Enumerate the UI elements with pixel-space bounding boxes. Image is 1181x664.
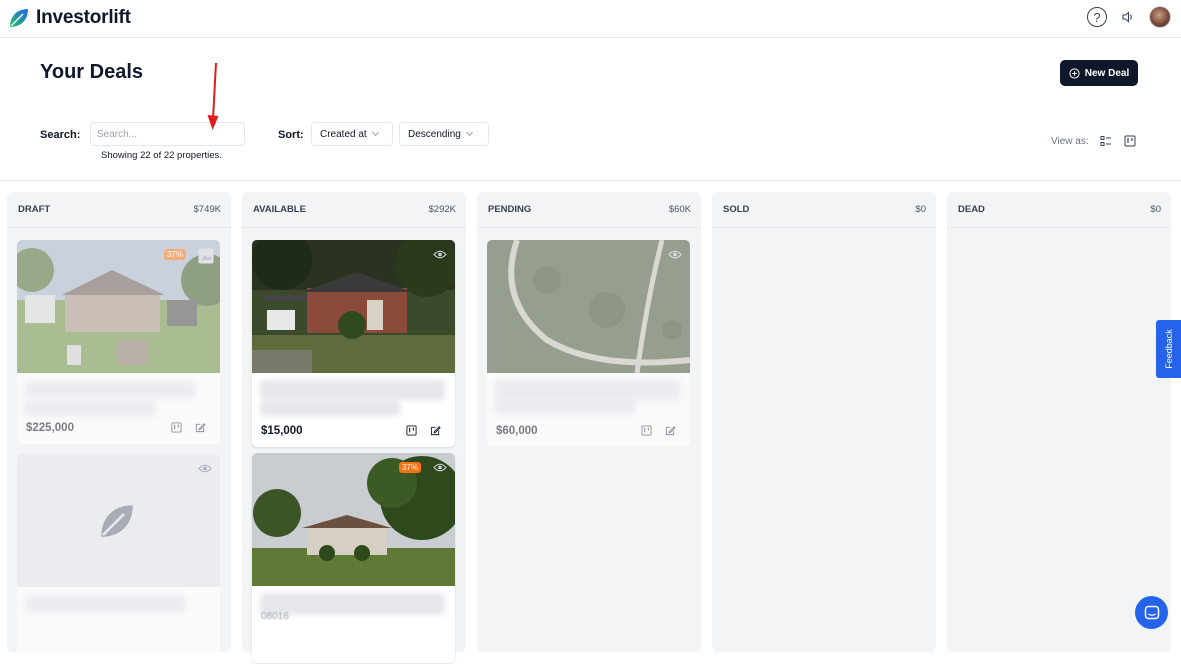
divider: [0, 180, 1181, 181]
deal-price: $225,000: [26, 422, 74, 434]
deal-card[interactable]: $60,000: [487, 240, 690, 447]
column-total: $60K: [668, 204, 691, 215]
eye-icon[interactable]: [668, 250, 682, 259]
search-label: Search:: [40, 129, 81, 141]
property-photo: 37%: [252, 453, 455, 586]
column-available: AVAILABLE $292K $15,000 37% 08016: [242, 192, 466, 663]
board-icon[interactable]: [406, 425, 417, 436]
chevron-down-icon: [371, 128, 379, 137]
board-icon[interactable]: [171, 422, 182, 433]
column-title: DEAD: [958, 204, 985, 215]
sort-label: Sort:: [278, 129, 304, 141]
sort-order-value: Descending: [408, 128, 461, 140]
column-title: AVAILABLE: [253, 204, 306, 215]
column-total: $0: [1150, 204, 1161, 215]
new-deal-button[interactable]: New Deal: [1060, 60, 1138, 86]
edit-icon[interactable]: [665, 425, 676, 436]
eye-icon[interactable]: [433, 250, 447, 259]
blurred-address: [25, 596, 185, 612]
sort-field-value: Created at: [320, 128, 367, 140]
property-photo: [487, 240, 690, 373]
blurred-details: [260, 400, 400, 416]
page-title: Your Deals: [40, 61, 143, 83]
deal-price: $15,000: [261, 425, 303, 437]
sort-order-select[interactable]: Descending: [399, 122, 489, 146]
property-photo: 37%: [17, 240, 220, 373]
deal-card[interactable]: 37% 08016: [252, 453, 455, 663]
edit-icon[interactable]: [430, 425, 441, 436]
view-as-label: View as:: [1051, 136, 1089, 147]
deal-card[interactable]: 37% $225,000: [17, 240, 220, 444]
chat-icon: [1144, 605, 1159, 619]
app-name: Investorlift: [36, 7, 131, 28]
blurred-address: [260, 380, 445, 400]
results-count: Showing 22 of 22 properties.: [101, 150, 222, 161]
new-deal-label: New Deal: [1084, 67, 1130, 79]
column-title: PENDING: [488, 204, 532, 215]
property-photo-placeholder: [17, 454, 220, 587]
chevron-down-icon: [465, 128, 473, 137]
column-sold: SOLD $0: [712, 192, 936, 652]
blurred-address: [25, 382, 195, 398]
column-title: SOLD: [723, 204, 750, 215]
board-icon[interactable]: [641, 425, 652, 436]
avatar[interactable]: [1149, 6, 1171, 28]
sort-field-select[interactable]: Created at: [311, 122, 393, 146]
blurred-details: [25, 400, 155, 416]
feedback-tab[interactable]: Feedback: [1156, 320, 1181, 378]
blurred-id: 08016: [261, 611, 289, 622]
annotation-arrow-icon: [207, 63, 219, 130]
column-title: DRAFT: [18, 204, 51, 215]
edit-icon[interactable]: [195, 422, 206, 433]
top-bar: Investorlift ?: [0, 0, 1181, 38]
eye-icon[interactable]: [433, 463, 447, 472]
board-view-icon[interactable]: [1124, 135, 1136, 147]
property-photo: [252, 240, 455, 373]
column-draft: DRAFT $749K 37% $225,000: [7, 192, 231, 664]
image-icon[interactable]: [198, 248, 214, 264]
percent-badge: 37%: [398, 462, 421, 473]
blurred-details: [495, 398, 635, 414]
chat-launcher[interactable]: [1135, 596, 1168, 629]
blurred-address: [495, 380, 680, 400]
search-input[interactable]: [90, 122, 245, 146]
eye-icon[interactable]: [198, 464, 212, 473]
leaf-logo-icon: [10, 9, 28, 27]
leaf-placeholder-icon: [101, 505, 133, 537]
column-total: $749K: [193, 204, 221, 215]
deal-card[interactable]: $15,000: [252, 240, 455, 447]
list-view-icon[interactable]: [1100, 135, 1112, 147]
feedback-label: Feedback: [1163, 329, 1174, 369]
column-total: $292K: [428, 204, 456, 215]
speaker-icon[interactable]: [1121, 10, 1135, 24]
deal-price: $60,000: [496, 425, 538, 437]
column-total: $0: [915, 204, 926, 215]
column-dead: DEAD $0: [947, 192, 1171, 652]
column-pending: PENDING $60K $60,000: [477, 192, 701, 652]
plus-circle-icon: [1069, 67, 1080, 79]
help-icon[interactable]: ?: [1087, 7, 1107, 27]
deal-card[interactable]: [17, 454, 220, 664]
logo[interactable]: Investorlift: [7, 6, 131, 30]
percent-badge: 37%: [163, 249, 186, 260]
